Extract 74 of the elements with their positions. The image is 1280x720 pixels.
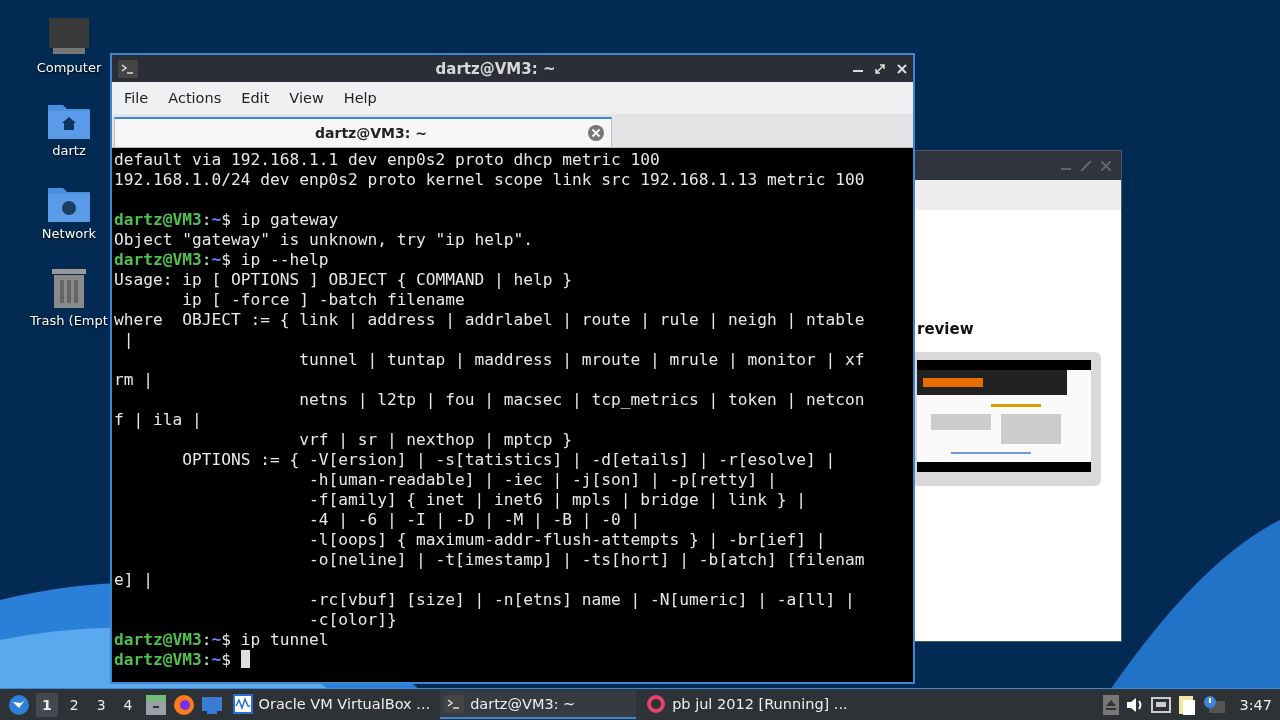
prompt-user: dartz@VM3 <box>114 630 202 650</box>
eject-icon[interactable] <box>1103 694 1120 715</box>
close-tab-icon[interactable] <box>587 124 605 142</box>
network-port-icon[interactable] <box>1151 695 1172 714</box>
prompt-separator: : <box>201 250 212 270</box>
output-line: Usage: ip [ OPTIONS ] OBJECT { COMMAND | help } <box>114 270 573 290</box>
prompt-user: dartz@VM3 <box>114 650 202 670</box>
prompt-user: dartz@VM3 <box>114 250 202 270</box>
terminal-icon <box>444 694 465 713</box>
output-line: netns | l2tp | fou | macsec | tcp_metrics | token | netcon <box>298 390 865 410</box>
output-line: -f[amily] { inet | inet6 | mpls | bridge | link } | <box>307 490 806 510</box>
command-text: ip --help <box>240 250 329 270</box>
output-line: OPTIONS := { -V[ersion] | -s[tatistics] | -d[etails] | -r[esolve] | <box>181 450 836 470</box>
monitor-icon <box>47 18 91 56</box>
menu-item[interactable]: View <box>281 86 332 110</box>
prompt-sign: $ <box>221 250 231 270</box>
task-button[interactable]: pb jul 2012 [Running] ... <box>642 690 852 719</box>
section-heading: review <box>916 320 975 338</box>
output-line: ip [ -force ] -batch filename <box>181 290 465 310</box>
output-line: default via 192.168.1.1 dev enp0s2 proto dhcp metric 100 <box>114 150 660 170</box>
output-line: Object "gateway" is unknown, try "ip help". <box>114 230 534 250</box>
command-text: ip tunnel <box>240 630 329 650</box>
output-line: -rc[vbuf] [size] | -n[etns] name | -N[umeric] | -a[ll] | <box>307 590 855 610</box>
file-cabinet-icon[interactable] <box>144 693 167 716</box>
output-line: vrf | sr | nexthop | mptcp } <box>298 430 573 450</box>
desktop-icon-label[interactable]: dartz <box>52 143 86 158</box>
output-line: -c[olor]} <box>307 610 397 630</box>
desktop-icon-label[interactable]: Trash (Empt <box>30 313 108 328</box>
prompt-path: ~ <box>211 630 222 650</box>
output-line: -l[oops] { maximum-addr-flush-attempts } | -br[ief] | <box>307 530 826 550</box>
output-line: -h[uman-readable] | -iec | -j[son] | -p[retty] | <box>307 470 777 490</box>
output-line: -4 | -6 | -I | -D | -M | -B | -0 | <box>307 510 641 530</box>
prompt-sign: $ <box>221 650 231 670</box>
clipboard-icon[interactable] <box>1177 693 1198 716</box>
prompt-sign: $ <box>221 210 231 230</box>
ring-icon <box>646 693 667 714</box>
workspace-button[interactable]: 1 <box>36 692 58 717</box>
output-line: where OBJECT := { link | address | addrlabel | route | rule | neigh | ntable <box>114 310 865 330</box>
prompt-separator: : <box>201 650 212 670</box>
prompt-separator: : <box>201 210 212 230</box>
prompt-separator: : <box>201 630 212 650</box>
tab[interactable]: dartz@VM3: ~ <box>114 117 612 147</box>
output-line: -o[neline] | -t[imestamp] | -ts[hort] | -b[atch] [filenam <box>307 550 865 570</box>
prompt-user: dartz@VM3 <box>114 210 202 230</box>
firefox-icon[interactable] <box>172 693 195 716</box>
desktop-icon-label[interactable]: Computer <box>36 60 102 75</box>
output-line: tunnel | tuntap | maddress | mroute | mrule | monitor | xf <box>298 350 865 370</box>
menu-item[interactable]: Help <box>335 86 385 110</box>
output-line: | <box>122 330 134 350</box>
pulse-chart-icon <box>232 693 253 714</box>
trash-icon <box>50 267 88 309</box>
output-line: 192.168.1.0/24 dev enp0s2 proto kernel scope link src 192.168.1.13 metric 100 <box>114 170 865 190</box>
command-text: ip gateway <box>240 210 339 230</box>
notification-icon[interactable] <box>1203 694 1226 715</box>
task-button[interactable]: Oracle VM VirtualBox ... <box>228 690 435 719</box>
terminal-icon <box>118 59 138 78</box>
window-icon[interactable] <box>200 694 223 715</box>
menu-item[interactable]: Edit <box>233 86 278 110</box>
prompt-path: ~ <box>211 210 222 230</box>
prompt-sign: $ <box>221 630 231 650</box>
workspace-button[interactable]: 2 <box>63 692 85 717</box>
output-line: f | ila | <box>114 410 202 430</box>
output-line: rm | <box>114 370 153 390</box>
workspace-button[interactable]: 3 <box>90 692 112 717</box>
desktop-icon-label[interactable]: Network <box>41 226 97 241</box>
prompt-path: ~ <box>211 650 222 670</box>
output-line: e] | <box>114 570 153 590</box>
window-title: dartz@VM3: ~ <box>434 59 557 78</box>
clock: 3:47 <box>1239 696 1272 713</box>
prompt-path: ~ <box>211 250 222 270</box>
menu-item[interactable]: Actions <box>160 86 230 110</box>
menu-item[interactable]: File <box>116 86 157 110</box>
workspace-button[interactable]: 4 <box>117 692 139 717</box>
task-button[interactable]: dartz@VM3: ~ <box>440 690 637 719</box>
